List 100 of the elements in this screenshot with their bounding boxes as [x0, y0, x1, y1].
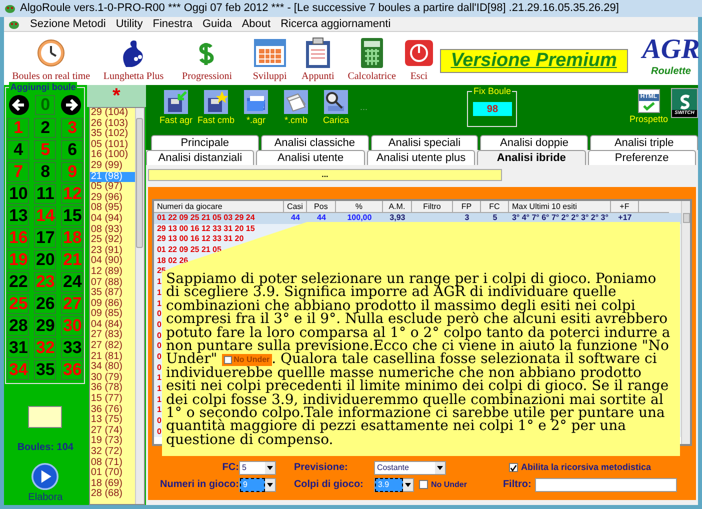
arrow-right-icon[interactable]	[61, 95, 82, 115]
toolbar-button[interactable]: Lunghetta Plus	[98, 32, 169, 83]
menu-item[interactable]: Sezione Metodi	[30, 16, 106, 32]
scrollbar[interactable]	[681, 201, 690, 444]
list-item[interactable]: 04 (94)	[90, 214, 135, 225]
list-item[interactable]: 01 (70)	[90, 468, 135, 479]
list-item[interactable]: 18 (69)	[90, 478, 135, 490]
input-field[interactable]	[28, 406, 62, 428]
number-cell[interactable]: 29	[34, 316, 56, 336]
number-cell[interactable]: 28	[7, 316, 30, 336]
toolbar-button[interactable]: Carica	[316, 85, 356, 126]
list-item[interactable]: 08 (93)	[90, 224, 135, 236]
toolbar-button[interactable]: *.cmb	[276, 85, 316, 126]
table-cell-text: 1	[156, 394, 162, 406]
list-item[interactable]: 13 (75)	[90, 415, 135, 426]
list-item[interactable]: 19 (73)	[90, 436, 135, 447]
number-cell[interactable]: 22	[7, 272, 30, 292]
checkbox[interactable]	[508, 463, 518, 472]
list-item[interactable]: 08 (71)	[90, 458, 135, 468]
tab[interactable]: Analisi utente	[256, 150, 365, 165]
list-item[interactable]: 05 (101)	[90, 140, 135, 150]
list-item[interactable]: 29 (104)	[90, 108, 135, 119]
list-item[interactable]: 32 (72)	[90, 447, 135, 458]
dropdown[interactable]: 5	[238, 460, 276, 474]
list-item[interactable]: 35 (87)	[90, 288, 135, 299]
list-item[interactable]: 23 (91)	[90, 246, 135, 256]
input-field[interactable]	[535, 478, 678, 492]
number-cell[interactable]: 2	[34, 118, 56, 138]
list-item[interactable]: 26 (103)	[90, 118, 135, 130]
menu-item[interactable]: Guida	[202, 16, 232, 32]
menu-item[interactable]: Ricerca aggiornamenti	[280, 16, 391, 32]
number-cell[interactable]: 13	[7, 206, 30, 226]
scrollbar[interactable]	[134, 108, 144, 504]
tab[interactable]: Analisi triple	[590, 135, 698, 150]
list-item[interactable]: 25 (92)	[90, 235, 135, 246]
list-item[interactable]: 09 (85)	[90, 309, 135, 320]
toolbar-button[interactable]: Calcolatrice	[341, 32, 402, 83]
list-item[interactable]: 15 (77)	[90, 394, 135, 405]
list-item[interactable]: 04 (90)	[90, 256, 135, 267]
arrow-left-icon[interactable]	[9, 95, 30, 115]
list-item[interactable]: 27 (82)	[90, 341, 135, 352]
list-item[interactable]: 35 (102)	[90, 129, 135, 140]
toolbar-button[interactable]: Boules on real time	[4, 32, 98, 83]
toolbar-button[interactable]: Sviluppi	[245, 32, 294, 83]
checkbox[interactable]	[418, 480, 428, 489]
list-item[interactable]: 21 (81)	[90, 352, 135, 362]
list-item[interactable]: 16 (100)	[90, 150, 135, 161]
value-field[interactable]: 98	[472, 102, 512, 116]
number-cell[interactable]: 35	[34, 360, 56, 380]
list-item[interactable]: 29 (96)	[90, 192, 135, 204]
menu-item[interactable]: About	[242, 16, 271, 32]
tab[interactable]: Preferenze	[588, 150, 696, 165]
list-item[interactable]: 04 (84)	[90, 320, 135, 330]
list-item[interactable]: 29 (99)	[90, 160, 135, 172]
number-cell[interactable]: 33	[61, 338, 84, 358]
number-cell[interactable]: 20	[34, 250, 56, 270]
tab[interactable]: Principale	[150, 135, 259, 150]
number-cell[interactable]: 31	[7, 338, 30, 358]
number-cell[interactable]: 11	[34, 184, 56, 204]
table-cell-text: 1	[156, 405, 162, 416]
list-item[interactable]: 08 (95)	[90, 203, 135, 214]
table-cell-text: 0	[156, 309, 162, 320]
menu-item[interactable]: Finestra	[152, 16, 192, 32]
list-item[interactable]: 36 (76)	[90, 404, 135, 416]
number-cell[interactable]: 26	[34, 294, 56, 314]
number-cell[interactable]: 24	[61, 272, 84, 292]
toolbar-button[interactable]: Fast agr	[156, 85, 196, 126]
list-item[interactable]: 28 (68)	[90, 489, 135, 500]
number-cell[interactable]: 4	[7, 140, 30, 160]
dropdown[interactable]: Costante	[374, 460, 446, 474]
list-item[interactable]: 05 (97)	[90, 182, 135, 193]
number-cell[interactable]: 10	[7, 184, 30, 204]
toolbar-button[interactable]: Esci	[402, 32, 436, 83]
tab[interactable]: Analisi classiche	[260, 135, 369, 150]
tab[interactable]: Analisi speciali	[370, 135, 478, 150]
number-cell[interactable]: 17	[34, 228, 56, 248]
caret-icon	[434, 462, 445, 474]
table-cell-text: 5	[492, 213, 498, 224]
tab[interactable]: Analisi doppie	[480, 135, 588, 150]
clipboard-icon	[304, 37, 332, 69]
list-item[interactable]: 07 (88)	[90, 278, 135, 288]
tab[interactable]: Analisi utente plus	[366, 150, 476, 165]
menu-item[interactable]: Utility	[116, 16, 143, 32]
list-item[interactable]: 09 (86)	[90, 298, 135, 310]
toolbar-button[interactable]: Fast cmb	[196, 85, 236, 126]
list-header: *	[86, 85, 146, 107]
toolbar-button[interactable]: *.agr	[236, 85, 276, 126]
number-cell[interactable]: 8	[34, 162, 56, 182]
list-item[interactable]: 36 (78)	[90, 383, 135, 394]
list-item[interactable]: 34 (80)	[90, 362, 135, 373]
list-item[interactable]: 27 (83)	[90, 330, 135, 342]
list-item[interactable]: 27 (74)	[90, 426, 135, 436]
list-item[interactable]: 12 (89)	[90, 266, 135, 278]
number-cell[interactable]: 15	[61, 206, 84, 226]
number-cell[interactable]: 6	[61, 140, 84, 160]
tab[interactable]: Analisi distanziali	[146, 150, 254, 165]
list-item[interactable]: 30 (79)	[90, 372, 135, 384]
toolbar-button[interactable]: Appunti	[294, 32, 342, 83]
tab[interactable]: Analisi ibride	[477, 150, 586, 165]
toolbar-button[interactable]: Progressioni	[168, 32, 246, 83]
